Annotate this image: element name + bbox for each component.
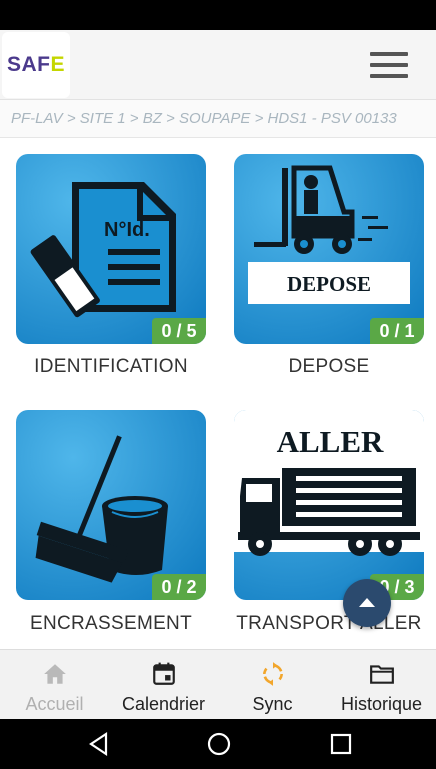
hamburger-menu-icon[interactable] <box>370 52 408 78</box>
app-header: SAF E <box>0 30 436 100</box>
tile-transport-aller[interactable]: ALLER 0 / 3 <box>234 410 424 600</box>
arrow-up-icon <box>359 598 375 607</box>
tile-count-badge: 0 / 2 <box>152 574 206 600</box>
home-icon <box>43 664 66 684</box>
nav-label: Accueil <box>25 694 84 714</box>
forklift-icon: DEPOSE <box>234 154 424 344</box>
depose-image-text: DEPOSE <box>287 272 371 296</box>
tile-label-depose: DEPOSE <box>288 356 370 377</box>
tile-label-encrassement: ENCRASSEMENT <box>30 613 192 634</box>
folder-icon <box>369 665 394 684</box>
status-bar <box>0 0 436 30</box>
logo-text: SAF <box>6 53 51 76</box>
nav-label: Calendrier <box>121 694 206 714</box>
sync-icon <box>262 662 283 686</box>
nav-label: Historique <box>340 694 423 714</box>
truck-icon: ALLER <box>234 410 424 600</box>
app-logo[interactable]: SAF E <box>2 32 70 98</box>
tile-identification[interactable]: N°Id. 0 / 5 <box>16 154 206 344</box>
tile-label-transport-aller: TRANSPORT ALLER <box>236 613 422 634</box>
aller-image-text: ALLER <box>277 424 384 459</box>
back-icon[interactable] <box>86 731 112 757</box>
identification-image-text: N°Id. <box>104 219 150 241</box>
breadcrumb: PF-LAV > SITE 1 > BZ > SOUPAPE > HDS1 - … <box>0 100 436 138</box>
nav-item-sync[interactable]: Sync <box>218 650 327 719</box>
tile-depose[interactable]: DEPOSE 0 / 1 <box>234 154 424 344</box>
nav-item-historique[interactable]: Historique <box>327 650 436 719</box>
system-navigation-bar <box>0 719 436 769</box>
calendar-icon <box>152 662 175 685</box>
home-circle-icon[interactable] <box>206 731 232 757</box>
tile-label-identification: IDENTIFICATION <box>34 356 188 377</box>
tile-encrassement[interactable]: 0 / 2 <box>16 410 206 600</box>
tile-count-badge: 0 / 1 <box>370 318 424 344</box>
nav-item-calendrier[interactable]: Calendrier <box>109 650 218 719</box>
scroll-up-button[interactable] <box>343 579 391 627</box>
broom-bucket-icon <box>16 410 206 600</box>
bottom-navigation: Accueil Calendrier Sync Historique <box>0 649 436 719</box>
recents-icon[interactable] <box>328 731 354 757</box>
nav-label: Sync <box>252 694 293 714</box>
logo-text-accent: E <box>50 53 65 76</box>
document-id-icon: N°Id. <box>16 154 206 344</box>
nav-item-accueil[interactable]: Accueil <box>0 650 109 719</box>
tile-count-badge: 0 / 5 <box>152 318 206 344</box>
